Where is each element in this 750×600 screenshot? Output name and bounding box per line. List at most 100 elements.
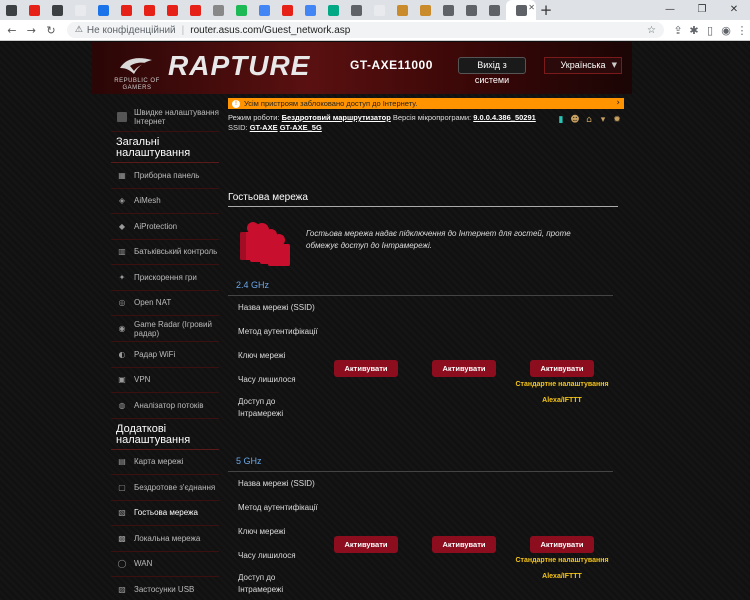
sidebar-item-quick-setup[interactable]: Швидке налаштування Інтернет [111, 102, 219, 132]
extensions-icon[interactable]: ✱ [686, 24, 702, 37]
sidebar-item-nat[interactable]: ◎ Open NAT [111, 291, 219, 316]
profile-icon[interactable]: ◉ [718, 24, 734, 37]
users-icon[interactable]: ☻ [570, 115, 580, 125]
forward-icon[interactable]: → [24, 24, 40, 37]
browser-tab[interactable] [391, 0, 414, 20]
sidebar-item-wan[interactable]: ◯ WAN [111, 552, 219, 577]
settings-gear-icon[interactable]: ✹ [612, 115, 622, 125]
title-divider [228, 206, 618, 207]
browser-tab-active[interactable]: ✕ [506, 0, 536, 20]
browser-tab[interactable] [69, 0, 92, 20]
sidebar-item-label: VPN [134, 375, 151, 385]
brand-line-1: REPUBLIC OF [114, 78, 160, 84]
minimize-icon[interactable]: — [654, 0, 686, 20]
security-label: Не конфіденційний [86, 24, 176, 36]
setting-label: Доступ до Інтрамережі [238, 397, 284, 418]
browser-tab[interactable] [345, 0, 368, 20]
sidebar-item-traffic[interactable]: ◍ Аналізатор потоків [111, 393, 219, 419]
default-settings-label: Стандартне налаштування [515, 557, 609, 564]
share-icon[interactable]: ⇪ [670, 24, 686, 37]
browser-tab[interactable] [299, 0, 322, 20]
tab-favicon-icon [466, 4, 477, 16]
new-tab-button[interactable]: + [536, 1, 556, 19]
logout-button[interactable]: Вихід з системи [458, 57, 526, 85]
general-settings-list: ▦ Приборна панель ◈ AiMesh ◆ AiProtection ▥ Бат… [111, 163, 219, 419]
browser-tab[interactable] [414, 0, 437, 20]
chevron-right-icon[interactable]: › [616, 98, 620, 109]
band-title: 5 GHz [236, 456, 262, 466]
sidebar-item-label: Open NAT [134, 298, 172, 308]
rog-eye-icon [120, 58, 152, 74]
activate-button[interactable]: Активувати [530, 536, 594, 553]
browser-tab[interactable] [161, 0, 184, 20]
sidebar-item-label: Аналізатор потоків [134, 400, 204, 410]
sidebar-item-parental[interactable]: ▥ Батьківський контроль [111, 240, 219, 265]
sidebar-item-shield[interactable]: ◆ AiProtection [111, 214, 219, 240]
not-secure-icon[interactable]: ⚠ [75, 25, 83, 35]
sidebar-item-guest-network[interactable]: ▧ Гостьова мережа [111, 501, 219, 526]
sidebar-item-label: Бездротове з'єднання [134, 482, 216, 492]
bookmark-star-icon[interactable]: ☆ [647, 25, 656, 36]
browser-tab[interactable] [23, 0, 46, 20]
phone-icon[interactable]: ▮ [556, 115, 566, 125]
sidebar-item-usb[interactable]: ▨ Застосунки USB [111, 577, 219, 600]
tab-favicon-icon [305, 4, 316, 16]
reload-icon[interactable]: ↻ [43, 24, 59, 37]
sidebar-item-wireless[interactable]: ▢ Бездротове з'єднання [111, 475, 219, 501]
maximize-icon[interactable]: ❐ [686, 0, 718, 20]
browser-tab[interactable] [437, 0, 460, 20]
firmware-link[interactable]: 9.0.0.4.386_50291 [473, 113, 536, 122]
browser-tab[interactable] [460, 0, 483, 20]
sidebar-item-dashboard[interactable]: ▦ Приборна панель [111, 163, 219, 189]
status-bar: Режим роботи: Бездротовий маршрутизатор … [228, 113, 624, 133]
sidebar-item-mesh[interactable]: ◈ AiMesh [111, 189, 219, 214]
browser-tab[interactable] [138, 0, 161, 20]
address-bar[interactable]: ⚠ Не конфіденційний | router.asus.com/Gu… [66, 22, 664, 38]
browser-tab[interactable] [230, 0, 253, 20]
alexa-ifttt-label: Alexa/IFTTT [542, 397, 582, 404]
browser-tab[interactable] [184, 0, 207, 20]
ssid-2g-link[interactable]: GT-AXE [250, 123, 278, 132]
network-status-icon[interactable]: ⌂ [584, 115, 594, 125]
browser-tab[interactable] [0, 0, 23, 20]
sidebar-item-lan[interactable]: ▩ Локальна мережа [111, 526, 219, 552]
browser-tab[interactable] [322, 0, 345, 20]
tab-favicon-icon [213, 4, 224, 16]
sidebar-item-game-radar[interactable]: ◉ Game Radar (Ігровий радар) [111, 316, 219, 342]
mode-link[interactable]: Бездротовий маршрутизатор [282, 113, 391, 122]
browser-tab[interactable] [483, 0, 506, 20]
sidebar-item-rocket[interactable]: ✦ Прискорення гри [111, 265, 219, 291]
browser-tab[interactable] [253, 0, 276, 20]
browser-tab[interactable] [92, 0, 115, 20]
sidebar-item-vpn[interactable]: ▣ VPN [111, 368, 219, 393]
browser-tab[interactable] [276, 0, 299, 20]
sidebar-item-wifi-radar[interactable]: ◐ Радар WiFi [111, 342, 219, 368]
sidepanel-icon[interactable]: ▯ [702, 24, 718, 37]
browser-tab[interactable] [46, 0, 69, 20]
activate-button[interactable]: Активувати [432, 536, 496, 553]
ssid-5g-link[interactable]: GT-AXE_5G [280, 123, 322, 132]
browser-tab[interactable] [207, 0, 230, 20]
page-title: Гостьова мережа [228, 192, 308, 203]
activate-button[interactable]: Активувати [334, 360, 398, 377]
shield-icon: ◆ [118, 221, 126, 231]
guest-users-icon [240, 222, 290, 266]
url-text: router.asus.com/Guest_network.asp [190, 24, 351, 36]
browser-tab[interactable] [115, 0, 138, 20]
activate-button[interactable]: Активувати [530, 360, 594, 377]
activate-button[interactable]: Активувати [432, 360, 496, 377]
dashboard-icon: ▦ [118, 170, 126, 180]
back-icon[interactable]: ← [4, 24, 20, 37]
menu-icon[interactable]: ⋮ [734, 24, 750, 37]
tab-favicon-icon [144, 4, 155, 16]
sidebar-item-network-map[interactable]: ▤ Карта мережі [111, 450, 219, 475]
browser-toolbar: ← → ↻ ⚠ Не конфіденційний | router.asus.… [0, 20, 750, 41]
activate-button[interactable]: Активувати [334, 536, 398, 553]
language-select[interactable]: Українська ▼ [544, 57, 622, 74]
internet-blocked-notice[interactable]: ! Усім пристроям заблоковано доступ до І… [228, 98, 624, 109]
browser-tab[interactable] [368, 0, 391, 20]
usb-status-icon[interactable]: ▾ [598, 115, 608, 125]
usb-icon: ▨ [118, 584, 126, 594]
close-window-icon[interactable]: ✕ [718, 0, 750, 20]
close-tab-icon[interactable]: ✕ [528, 4, 535, 12]
